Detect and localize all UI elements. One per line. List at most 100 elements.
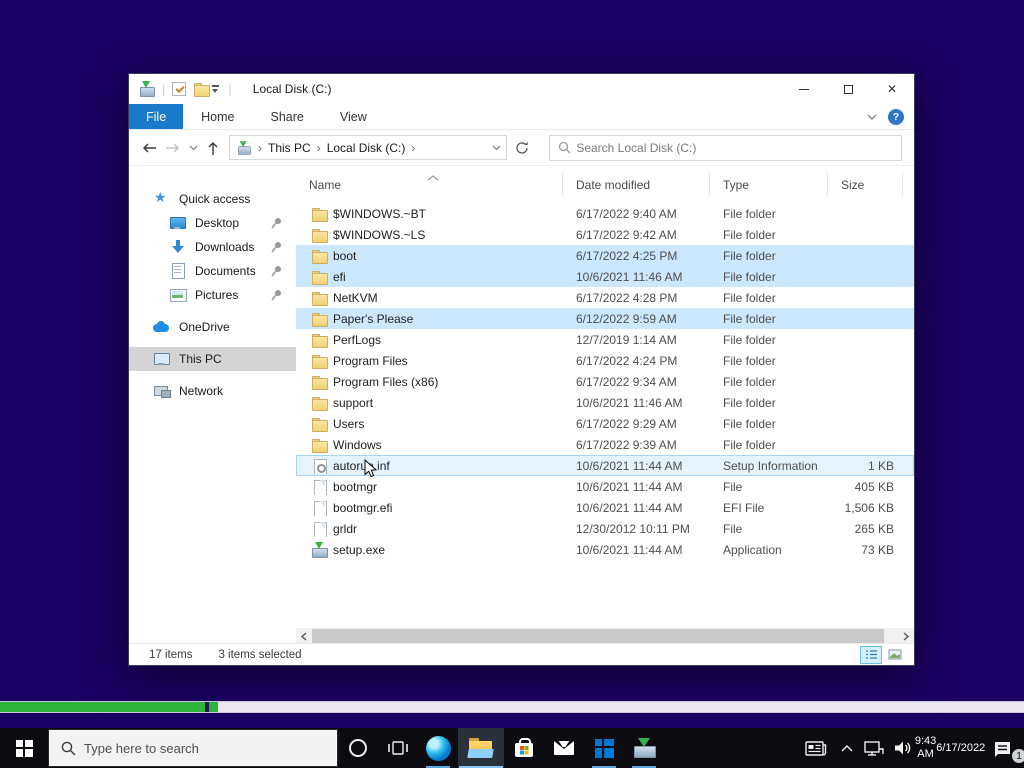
nav-item[interactable]: Pictures <box>129 283 296 307</box>
column-header-type[interactable]: Type <box>710 173 828 197</box>
volume-tray-button[interactable] <box>888 728 918 768</box>
show-hidden-icons-button[interactable] <box>834 728 860 768</box>
file-date-modified: 10/6/2021 11:44 AM <box>576 542 683 557</box>
file-date-modified: 12/7/2019 1:14 AM <box>576 332 677 347</box>
file-row[interactable]: bootmgr.efi 10/6/2021 11:44 AM EFI File … <box>296 497 914 518</box>
nav-item[interactable]: Desktop <box>129 211 296 235</box>
nav-item[interactable]: Quick access <box>129 187 296 211</box>
drive-icon <box>237 140 251 155</box>
nav-item-icon <box>153 319 171 335</box>
tab-view[interactable]: View <box>322 104 385 129</box>
file-row[interactable]: Program Files 6/17/2022 4:24 PM File fol… <box>296 350 914 371</box>
tab-home[interactable]: Home <box>183 104 252 129</box>
network-tray-button[interactable] <box>860 728 888 768</box>
nav-item[interactable]: Downloads <box>129 235 296 259</box>
file-row[interactable]: grldr 12/30/2012 10:11 PM File 265 KB <box>296 518 914 539</box>
file-row[interactable]: bootmgr 10/6/2021 11:44 AM File 405 KB <box>296 476 914 497</box>
taskbar-search-box[interactable] <box>48 729 338 767</box>
windows-app-taskbar-button[interactable] <box>584 728 624 768</box>
file-row[interactable]: boot 6/17/2022 4:25 PM File folder <box>296 245 914 266</box>
system-tray: 9:43 AM 6/17/2022 1 <box>798 728 1024 768</box>
recent-locations-icon[interactable] <box>185 136 201 160</box>
file-name: bootmgr.efi <box>333 500 393 515</box>
address-dropdown-icon[interactable] <box>486 145 506 151</box>
file-row[interactable]: $WINDOWS.~LS 6/17/2022 9:42 AM File fold… <box>296 224 914 245</box>
action-center-button[interactable]: 1 <box>982 728 1024 768</box>
expand-ribbon-icon[interactable] <box>866 113 878 121</box>
file-row[interactable]: setup.exe 10/6/2021 11:44 AM Application… <box>296 539 914 560</box>
refresh-button[interactable] <box>509 135 535 160</box>
file-name: autorun.inf <box>333 458 390 473</box>
nav-item-label: Pictures <box>195 288 239 302</box>
help-icon[interactable]: ? <box>888 108 904 125</box>
taskbar-search-input[interactable] <box>84 740 314 756</box>
chevron-up-icon <box>841 745 853 752</box>
close-button[interactable]: ✕ <box>870 74 914 104</box>
file-row[interactable]: Paper's Please 6/12/2022 9:59 AM File fo… <box>296 308 914 329</box>
scroll-right-icon[interactable] <box>898 628 914 644</box>
horizontal-scrollbar[interactable] <box>296 628 914 644</box>
column-header-size[interactable]: Size <box>828 173 903 197</box>
breadcrumb-this-pc[interactable]: This PC <box>268 141 311 155</box>
mail-taskbar-button[interactable] <box>544 728 584 768</box>
address-box[interactable]: › This PC › Local Disk (C:) › <box>229 135 507 160</box>
setup-taskbar-button[interactable] <box>624 728 664 768</box>
nav-item[interactable]: OneDrive <box>129 315 296 339</box>
task-view-button[interactable] <box>378 728 418 768</box>
nav-item[interactable]: Network <box>129 379 296 403</box>
scroll-left-icon[interactable] <box>296 628 312 644</box>
nav-item-label: This PC <box>179 352 222 366</box>
file-row[interactable]: Program Files (x86) 6/17/2022 9:34 AM Fi… <box>296 371 914 392</box>
file-explorer-taskbar-button[interactable] <box>458 728 504 768</box>
file-row[interactable]: PerfLogs 12/7/2019 1:14 AM File folder <box>296 329 914 350</box>
minimize-button[interactable] <box>782 74 826 104</box>
customize-quick-access-toolbar-icon[interactable] <box>211 84 221 94</box>
scrollbar-thumb[interactable] <box>312 629 884 643</box>
tab-share[interactable]: Share <box>253 104 322 129</box>
nav-item-icon <box>153 189 171 207</box>
file-row[interactable]: $WINDOWS.~BT 6/17/2022 9:40 AM File fold… <box>296 203 914 224</box>
microsoft-store-taskbar-button[interactable] <box>504 728 544 768</box>
file-row[interactable]: efi 10/6/2021 11:46 AM File folder <box>296 266 914 287</box>
clock[interactable]: 9:43 AM 6/17/2022 <box>915 728 985 768</box>
file-row[interactable]: Windows 6/17/2022 9:39 AM File folder <box>296 434 914 455</box>
details-view-button[interactable] <box>860 645 882 664</box>
pin-icon <box>270 265 282 280</box>
edge-taskbar-button[interactable] <box>418 728 458 768</box>
file-type: File folder <box>723 227 776 242</box>
back-button[interactable] <box>137 136 161 160</box>
file-row[interactable]: autorun.inf 10/6/2021 11:44 AM Setup Inf… <box>296 455 914 476</box>
nav-item[interactable]: This PC <box>129 347 296 371</box>
nav-item[interactable]: Documents <box>129 259 296 283</box>
file-name: $WINDOWS.~LS <box>333 227 426 242</box>
maximize-button[interactable] <box>826 74 870 104</box>
news-and-interests-button[interactable] <box>798 728 834 768</box>
file-name: Windows <box>333 437 382 452</box>
forward-button[interactable] <box>161 136 185 160</box>
large-icons-view-button[interactable] <box>884 646 906 664</box>
file-type-icon <box>312 541 328 558</box>
properties-icon[interactable] <box>172 82 187 96</box>
search-input[interactable] <box>576 140 901 155</box>
cortana-button[interactable] <box>338 728 378 768</box>
file-type-icon <box>312 353 328 369</box>
file-date-modified: 6/17/2022 9:34 AM <box>576 374 677 389</box>
file-type-icon <box>312 458 327 474</box>
selected-count: 3 items selected <box>218 648 302 661</box>
navigation-pane: Quick access Desktop Downloads <box>129 166 296 628</box>
file-type: File folder <box>723 374 776 389</box>
search-box[interactable] <box>549 134 902 161</box>
file-row[interactable]: Users 6/17/2022 9:29 AM File folder <box>296 413 914 434</box>
up-button[interactable] <box>201 136 225 160</box>
tab-file[interactable]: File <box>129 104 184 129</box>
notification-badge: 1 <box>1012 749 1024 763</box>
start-button[interactable] <box>0 728 48 768</box>
breadcrumb-current[interactable]: Local Disk (C:) <box>327 141 406 155</box>
file-row[interactable]: support 10/6/2021 11:46 AM File folder <box>296 392 914 413</box>
file-date-modified: 6/17/2022 9:40 AM <box>576 206 677 221</box>
column-header-date-modified[interactable]: Date modified <box>563 173 710 197</box>
scrollbar-track[interactable] <box>312 628 898 644</box>
file-row[interactable]: NetKVM 6/17/2022 4:28 PM File folder <box>296 287 914 308</box>
new-folder-icon[interactable] <box>194 82 211 97</box>
file-size: 73 KB <box>861 542 894 557</box>
